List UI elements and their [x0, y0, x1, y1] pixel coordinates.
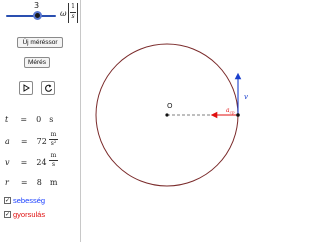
- acceleration-symbol: a: [5, 137, 10, 146]
- acceleration-unit-numerator: m: [50, 131, 57, 138]
- acceleration-unit-denominator: s²: [50, 140, 57, 147]
- omega-symbol: ω: [60, 9, 67, 18]
- motion-diagram: O acp v: [95, 43, 248, 187]
- radius-value: 8: [36, 178, 42, 187]
- velocity-value: 24: [36, 158, 47, 167]
- slider-value: 3: [34, 1, 40, 10]
- acceleration-checkbox[interactable]: ✓: [4, 211, 11, 218]
- control-panel: 3 ω 1 s Új méréssor Mérés t = 0 s a = 72: [0, 0, 80, 242]
- measure-button[interactable]: Mérés: [24, 57, 50, 68]
- acceleration-unit: m s²: [49, 132, 58, 147]
- velocity-symbol: v: [5, 158, 10, 167]
- radius-readout: r = 8 m: [5, 178, 58, 188]
- velocity-unit-denominator: s: [51, 161, 56, 168]
- acceleration-vector-sub: cp: [230, 110, 235, 115]
- acceleration-checkbox-label[interactable]: gyorsulás: [13, 210, 45, 219]
- new-measurement-button[interactable]: Új méréssor: [17, 37, 63, 48]
- radius-unit: m: [49, 178, 58, 187]
- velocity-checkbox-label[interactable]: sebesség: [13, 196, 45, 205]
- play-button[interactable]: [19, 81, 33, 95]
- center-point: [165, 113, 169, 117]
- reset-button[interactable]: [41, 81, 55, 95]
- velocity-checkbox[interactable]: ✓: [4, 197, 11, 204]
- velocity-unit: m s: [49, 153, 58, 168]
- omega-unit-numerator: 1: [71, 3, 75, 10]
- acceleration-vector-label: acp: [226, 107, 235, 115]
- graphics-view[interactable]: O acp v: [81, 0, 256, 242]
- velocity-unit-numerator: m: [50, 152, 57, 159]
- acceleration-value: 72: [36, 137, 47, 146]
- reset-icon: [44, 84, 52, 92]
- play-icon: [23, 84, 30, 92]
- velocity-vector-label: v: [244, 93, 248, 101]
- time-symbol: t: [5, 115, 9, 124]
- center-label: O: [167, 102, 173, 110]
- velocity-equals: =: [20, 158, 28, 167]
- moving-point[interactable]: [236, 113, 240, 117]
- omega-slider-thumb[interactable]: [33, 11, 42, 20]
- time-readout: t = 0 s: [5, 115, 53, 125]
- time-equals: =: [20, 115, 28, 124]
- radius-symbol: r: [5, 178, 9, 187]
- acceleration-equals: =: [20, 137, 28, 146]
- omega-unit: 1 s: [68, 3, 78, 23]
- time-unit: s: [49, 115, 54, 124]
- acceleration-readout: a = 72: [5, 137, 47, 147]
- omega-slider-track[interactable]: [6, 15, 56, 17]
- radius-equals: =: [20, 178, 28, 187]
- omega-unit-denominator: s: [71, 13, 75, 20]
- velocity-readout: v = 24: [5, 158, 47, 168]
- time-value: 0: [36, 115, 42, 124]
